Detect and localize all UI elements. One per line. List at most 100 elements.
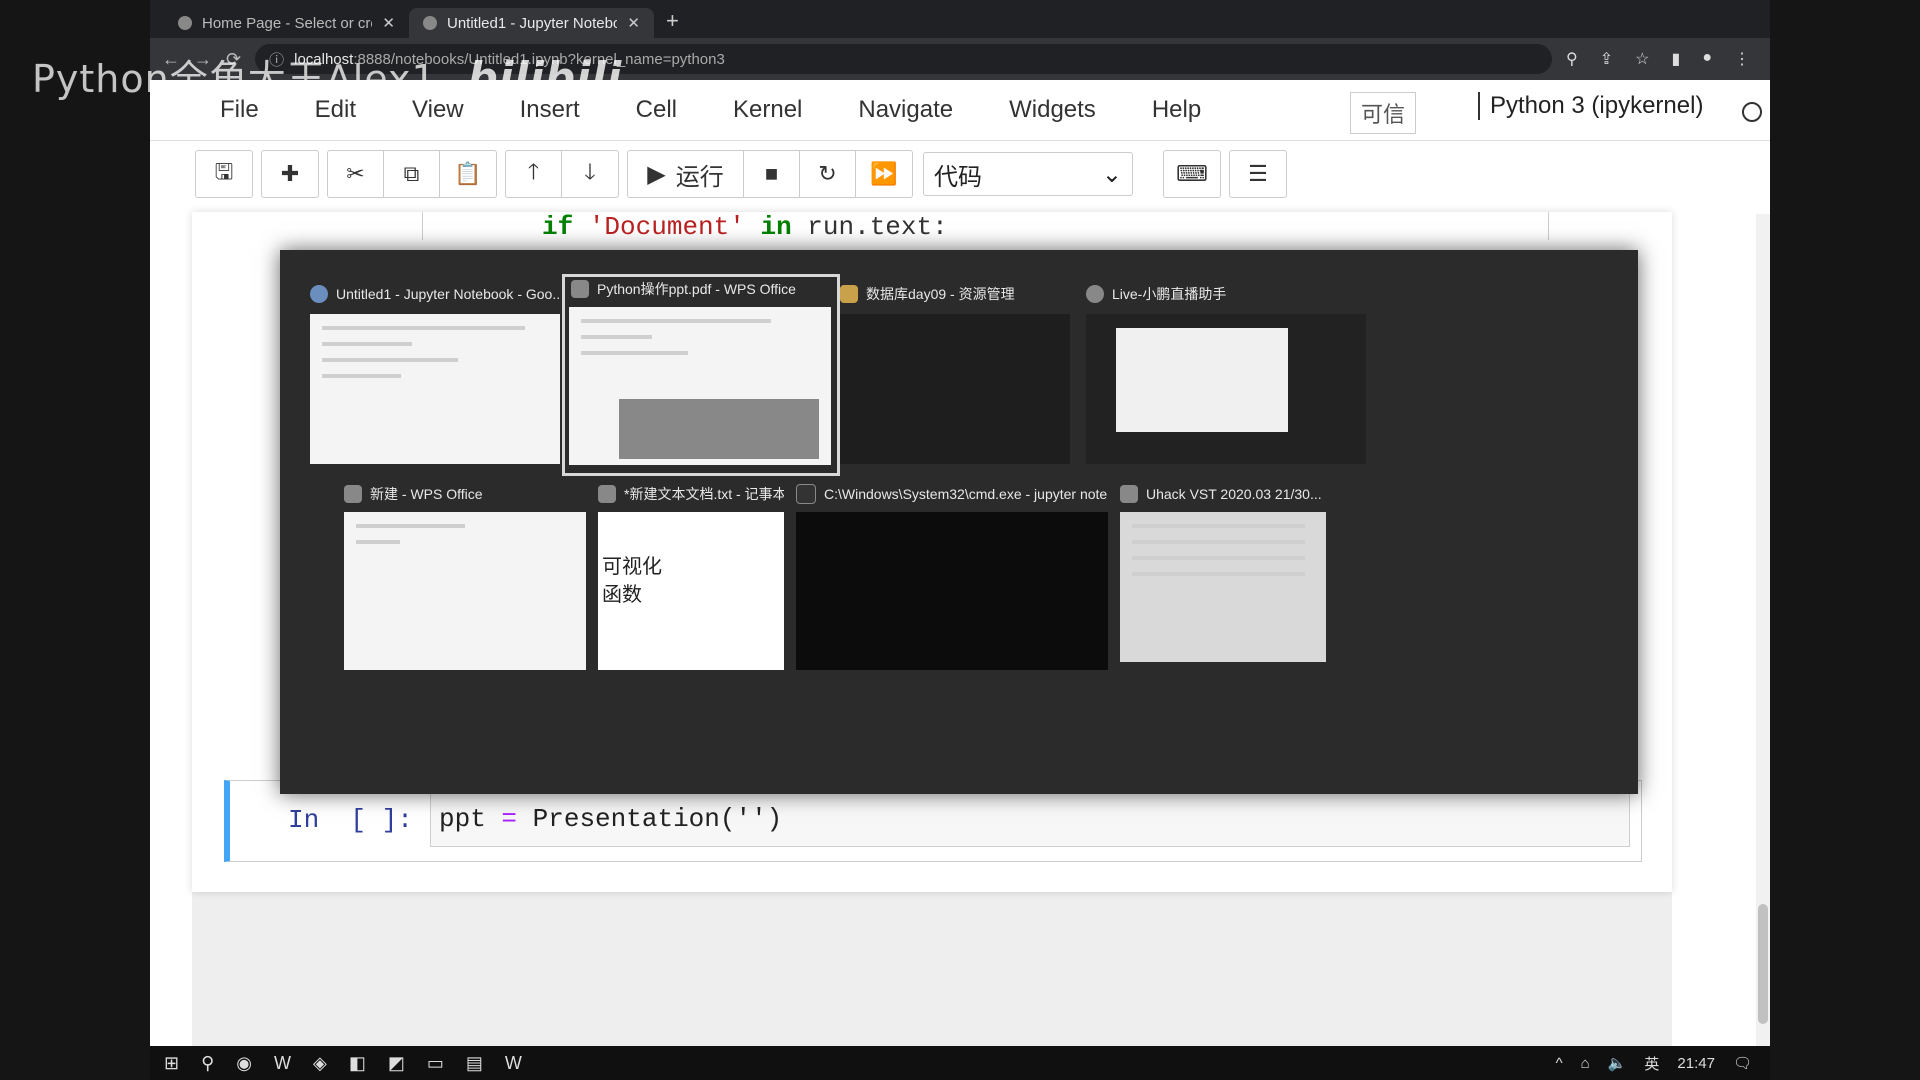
copy-icon[interactable]: ⧉ <box>384 151 440 197</box>
explorer-taskbar-icon[interactable]: ▤ <box>466 1053 483 1074</box>
window-cmd[interactable]: C:\Windows\System32\cmd.exe - jupyter no… <box>796 482 1108 670</box>
notepad-line: 函数 <box>602 582 642 606</box>
app-taskbar-icon[interactable]: ◈ <box>313 1053 327 1074</box>
window-thumbnail <box>796 512 1108 670</box>
wps-icon <box>344 485 362 503</box>
paste-icon[interactable]: 📋 <box>440 151 496 197</box>
close-icon[interactable]: ✕ <box>627 14 640 32</box>
cmd-icon <box>796 484 816 504</box>
wps-icon <box>571 280 589 298</box>
menu-kebab-icon[interactable]: ⋮ <box>1734 49 1750 69</box>
watermark-channel: Python全角大王Alex1 <box>32 57 437 101</box>
window-title: 新建 - WPS Office <box>370 486 483 502</box>
window-thumbnail <box>840 314 1070 464</box>
cell-type-value: 代码 <box>934 163 982 191</box>
profile-icon[interactable]: ● <box>1702 49 1712 69</box>
share-icon[interactable]: ⇪ <box>1600 49 1613 69</box>
chrome-taskbar-icon[interactable]: ◉ <box>236 1053 252 1074</box>
window-live-assistant[interactable]: Live-小鹏直播助手 <box>1086 282 1366 466</box>
zoom-icon[interactable]: ⚲ <box>1566 49 1578 69</box>
save-icon[interactable]: 🖫 <box>196 151 252 197</box>
code-line: if 'Document' in run.text: <box>542 212 948 242</box>
menu-navigate[interactable]: Navigate <box>858 96 953 124</box>
move-down-icon[interactable]: 🡓 <box>562 151 618 197</box>
tab-home-page[interactable]: Home Page - Select or create ✕ <box>164 8 409 38</box>
code-keyword: if <box>542 212 574 242</box>
notepad-content: 可视化 函数 <box>602 552 662 608</box>
stop-icon[interactable]: ■ <box>744 151 800 197</box>
windows-taskbar: ⊞ ⚲ ◉ W ◈ ◧ ◩ ▭ ▤ W ^ ⌂ 🔈 英 21:47 🗨 <box>150 1046 1770 1080</box>
video-watermark: Python全角大王Alex1 bilibili <box>32 48 622 103</box>
tab-title: Untitled1 - Jupyter Notebook <box>447 14 618 32</box>
window-title: Uhack VST 2020.03 21/30... <box>1146 486 1322 502</box>
window-thumbnail <box>310 314 560 464</box>
menu-widgets[interactable]: Widgets <box>1009 96 1096 124</box>
insert-cell-plus-icon[interactable]: ✚ <box>262 151 318 197</box>
notification-icon[interactable]: 🗨 <box>1733 1054 1752 1072</box>
bookmark-star-icon[interactable]: ☆ <box>1635 49 1649 69</box>
uhack-icon <box>1120 485 1138 503</box>
window-thumbnail <box>344 512 586 670</box>
window-notepad[interactable]: *新建文本文档.txt - 记事本 可视化 函数 <box>598 482 784 670</box>
code-string: 'Document' <box>588 212 745 242</box>
input-prompt: In [ ]: <box>288 805 413 835</box>
menu-help[interactable]: Help <box>1152 96 1201 124</box>
page-scrollbar[interactable] <box>1756 214 1770 1046</box>
window-jupyter-chrome[interactable]: Untitled1 - Jupyter Notebook - Goo... <box>310 282 560 466</box>
tab-strip: Home Page - Select or create ✕ Untitled1… <box>150 0 1770 38</box>
cut-icon[interactable]: ✂ <box>328 151 384 197</box>
alt-tab-switcher: Untitled1 - Jupyter Notebook - Goo... Py… <box>280 250 1638 794</box>
menu-kernel[interactable]: Kernel <box>733 96 802 124</box>
ime-indicator[interactable]: 英 <box>1644 1053 1659 1074</box>
scrollbar-thumb[interactable] <box>1758 904 1768 1024</box>
kernel-name[interactable]: Python 3 (ipykernel) <box>1478 92 1703 120</box>
window-title: C:\Windows\System32\cmd.exe - jupyter no… <box>824 486 1108 502</box>
wps-taskbar-icon[interactable]: W <box>274 1053 291 1074</box>
code-text: run.text: <box>807 212 948 242</box>
chrome-icon <box>310 285 328 303</box>
menu-cell[interactable]: Cell <box>636 96 677 124</box>
volume-icon[interactable]: 🔈 <box>1608 1054 1627 1072</box>
play-icon: ▶ <box>647 160 666 188</box>
keyboard-icon[interactable]: ⌨ <box>1164 151 1220 197</box>
bilibili-logo: bilibili <box>467 53 623 102</box>
run-button[interactable]: ▶ 运行 <box>628 151 744 197</box>
cell-type-select[interactable]: 代码 ⌄ <box>923 152 1133 196</box>
window-thumbnail <box>1120 512 1326 662</box>
move-up-icon[interactable]: 🡑 <box>506 151 562 197</box>
window-title: Untitled1 - Jupyter Notebook - Goo... <box>336 286 560 302</box>
network-icon[interactable]: ⌂ <box>1581 1055 1590 1072</box>
code-input[interactable]: ppt = Presentation('') <box>430 791 1630 847</box>
window-thumbnail: 可视化 函数 <box>598 512 784 670</box>
code-text: ppt <box>439 804 486 834</box>
tab-untitled1[interactable]: Untitled1 - Jupyter Notebook ✕ <box>409 8 654 38</box>
close-icon[interactable]: ✕ <box>382 14 395 32</box>
run-label: 运行 <box>675 163 724 191</box>
sidebar-icon[interactable]: ▮ <box>1672 49 1681 69</box>
restart-icon[interactable]: ↻ <box>800 151 856 197</box>
code-keyword: in <box>760 212 792 242</box>
jupyter-favicon-icon <box>178 16 192 30</box>
wps-taskbar-icon[interactable]: W <box>505 1053 522 1074</box>
notepad-icon <box>598 485 616 503</box>
search-icon[interactable]: ⚲ <box>201 1053 214 1074</box>
windows-start-icon[interactable]: ⊞ <box>164 1053 179 1074</box>
window-title: Python操作ppt.pdf - WPS Office <box>597 281 796 297</box>
window-explorer[interactable]: 数据库day09 - 资源管理 <box>840 282 1070 466</box>
window-wps-pdf[interactable]: Python操作ppt.pdf - WPS Office <box>562 274 840 476</box>
kernel-status-icon <box>1742 102 1762 122</box>
app-taskbar-icon[interactable]: ◧ <box>349 1053 366 1074</box>
trusted-indicator[interactable]: 可信 <box>1350 92 1417 134</box>
new-tab-button[interactable]: + <box>654 8 691 38</box>
cmd-taskbar-icon[interactable]: ▭ <box>427 1053 444 1074</box>
window-wps-new[interactable]: 新建 - WPS Office <box>344 482 586 670</box>
fast-forward-icon[interactable]: ⏩ <box>856 151 912 197</box>
list-icon[interactable]: ☰ <box>1230 151 1286 197</box>
window-uhack[interactable]: Uhack VST 2020.03 21/30... <box>1120 482 1326 670</box>
live-icon <box>1086 285 1104 303</box>
app-taskbar-icon[interactable]: ◩ <box>388 1053 405 1074</box>
clock[interactable]: 21:47 <box>1677 1055 1715 1072</box>
chevron-up-icon[interactable]: ^ <box>1556 1055 1563 1072</box>
thumbnail-image <box>619 399 819 459</box>
code-operator: = <box>501 804 518 834</box>
